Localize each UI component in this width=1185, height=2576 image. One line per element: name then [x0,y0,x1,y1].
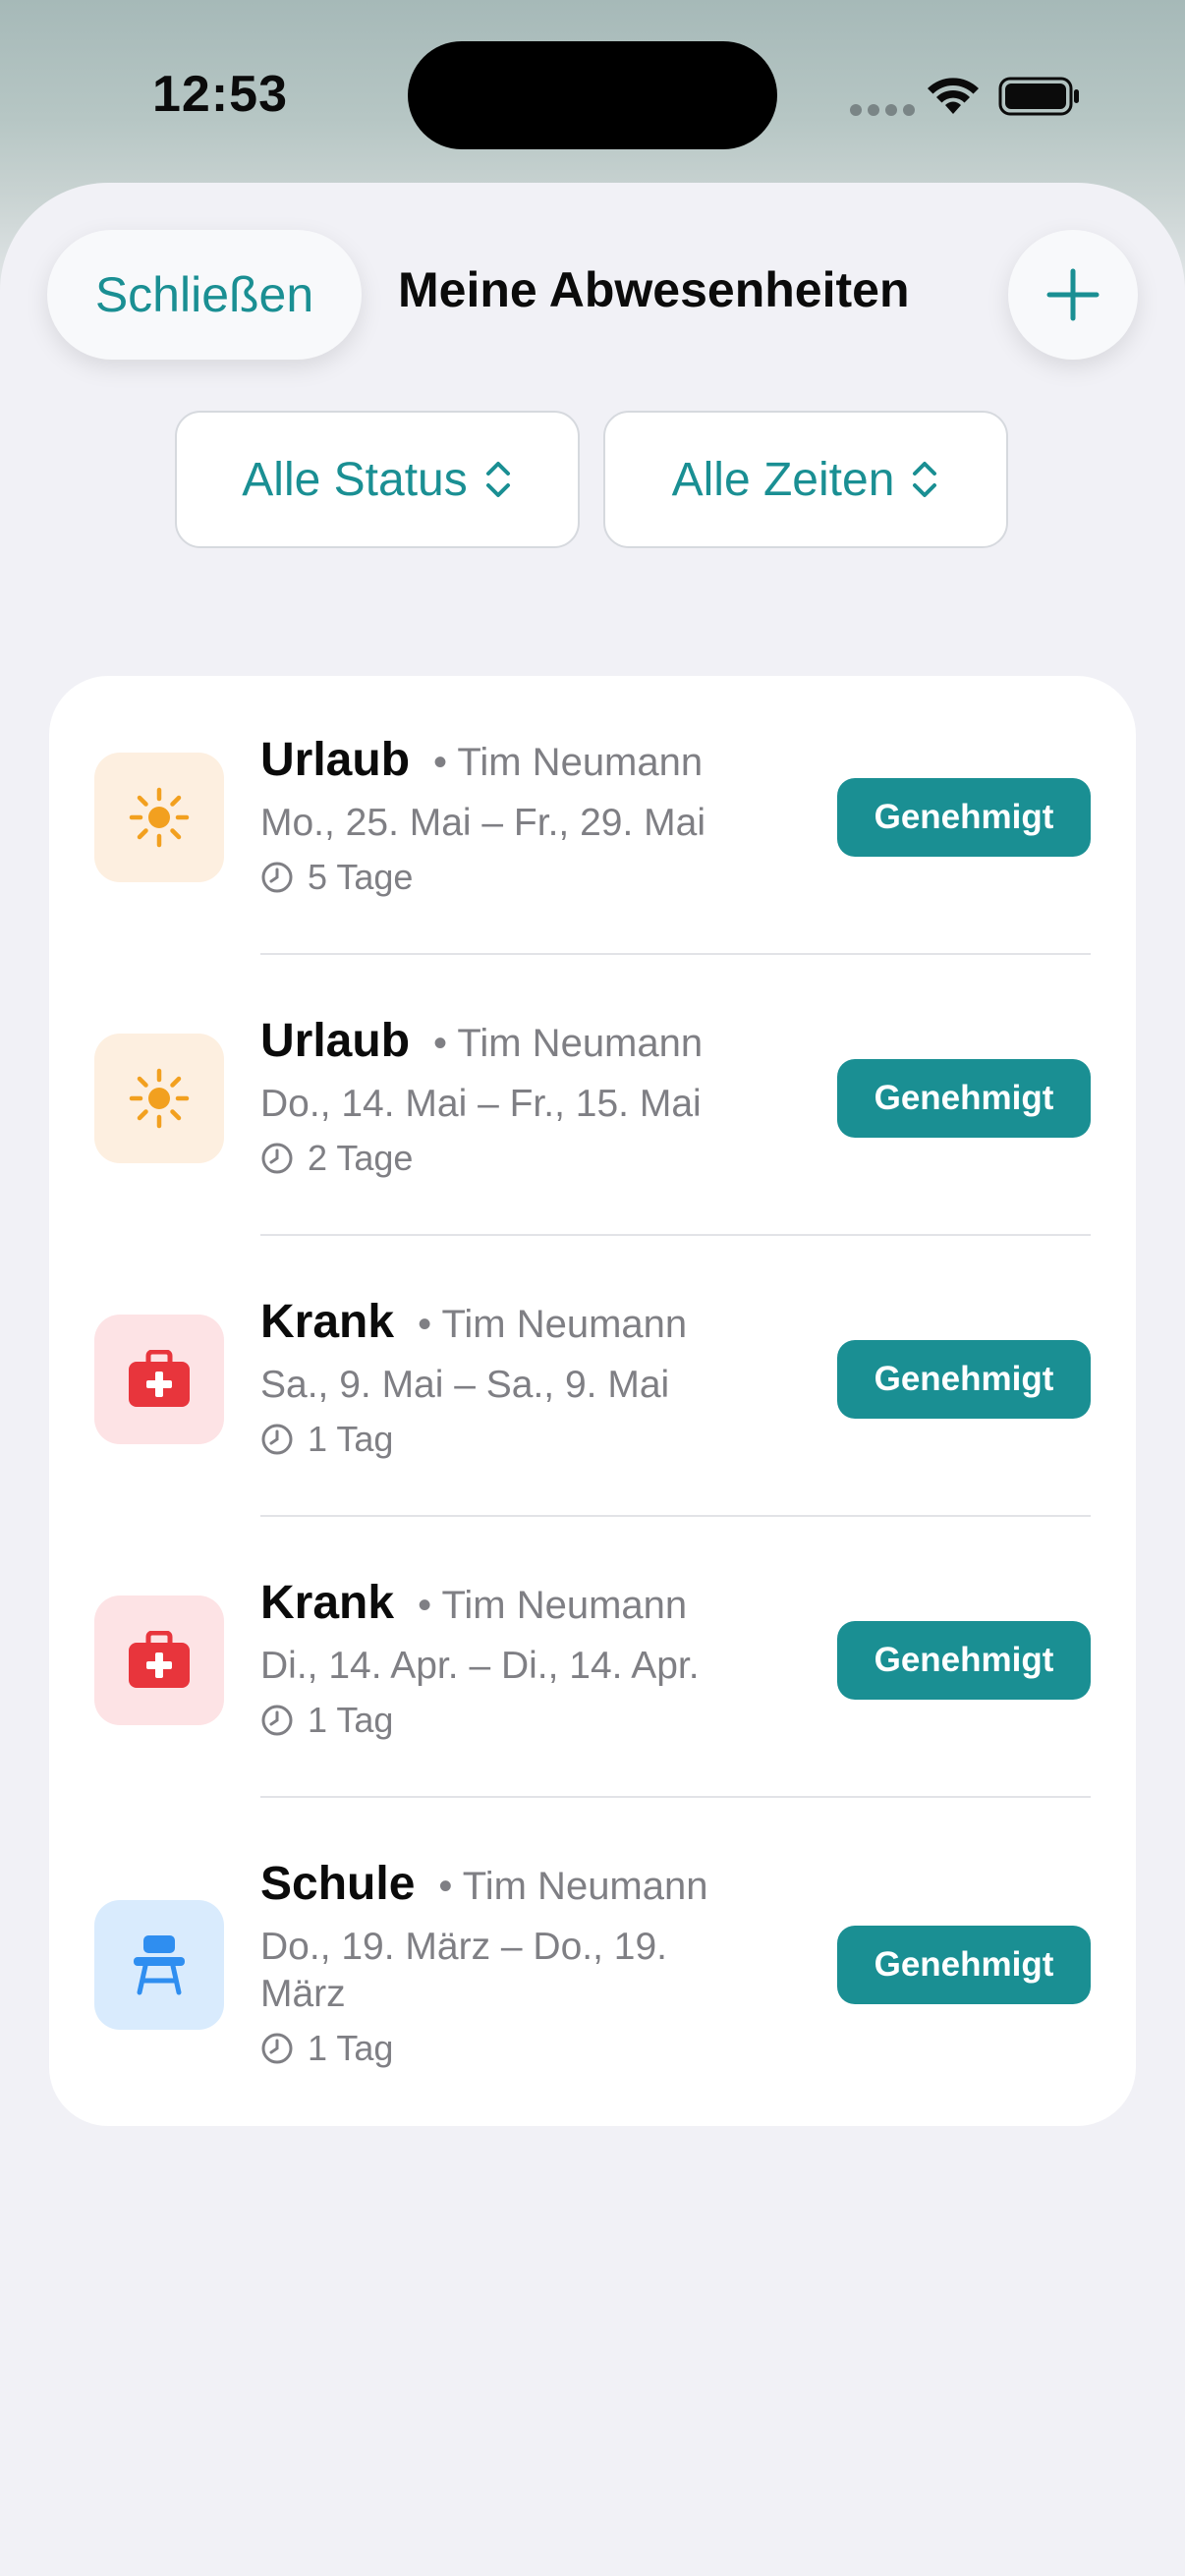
clock-icon [261,1424,293,1455]
absence-type-icon-box [94,1900,224,2030]
status-badge: Genehmigt [837,1926,1091,2004]
absence-dates: Di., 14. Apr. – Di., 14. Apr. [260,1645,700,1687]
row-divider [260,1515,1091,1517]
absence-type: Urlaub [260,734,411,786]
plus-icon [1046,268,1100,321]
status-filter-label: Alle Status [242,453,468,506]
time-filter-label: Alle Zeiten [671,453,895,506]
absence-person: • Tim Neumann [418,1303,688,1346]
absence-person: • Tim Neumann [433,741,704,784]
absence-type: Schule [260,1858,416,1910]
cellular-signal-icon [850,104,915,116]
absence-type-icon-box [94,1596,224,1725]
wifi-icon [928,78,979,114]
absence-dates: Do., 14. Mai – Fr., 15. Mai [260,1083,702,1125]
chevron-up-down-icon [913,462,937,497]
chevron-up-down-icon [485,462,510,497]
close-button[interactable]: Schließen [47,230,362,360]
clock-icon [261,862,293,893]
absence-dates: Mo., 25. Mai – Fr., 29. Mai [260,802,705,844]
absence-type-icon-box [94,753,224,882]
absence-person: • Tim Neumann [438,1865,708,1908]
status-bar: 12:53 [0,0,1185,187]
absence-duration: 1 Tag [308,1700,394,1740]
absence-type-icon-box [94,1034,224,1163]
status-filter[interactable]: Alle Status [175,411,580,548]
battery-icon [998,77,1079,116]
dynamic-island [408,41,777,149]
row-divider [260,1796,1091,1798]
school-desk-icon [134,1935,185,1995]
page-title: Meine Abwesenheiten [398,262,910,317]
absence-type: Urlaub [260,1015,411,1067]
absence-dates: Do., 19. März – Do., 19. März [260,1926,668,2015]
absence-type: Krank [260,1577,395,1629]
absence-type-icon-box [94,1315,224,1444]
medical-bag-icon [129,1350,190,1407]
status-badge: Genehmigt [837,1621,1091,1700]
status-badge: Genehmigt [837,778,1091,857]
absence-person: • Tim Neumann [418,1584,688,1627]
clock-icon [261,1143,293,1174]
filter-bar: Alle Status Alle Zeiten [175,411,1008,548]
status-badge: Genehmigt [837,1340,1091,1419]
clock-icon [261,2033,293,2064]
absence-dates: Sa., 9. Mai – Sa., 9. Mai [260,1364,670,1406]
sun-icon [129,1068,190,1129]
add-absence-button[interactable] [1008,230,1138,360]
time-filter[interactable]: Alle Zeiten [603,411,1008,548]
sun-icon [129,787,190,848]
absence-list: Urlaub • Tim Neumann Mo., 25. Mai – Fr.,… [49,676,1136,2126]
row-divider [260,1234,1091,1236]
status-time: 12:53 [152,66,288,123]
absence-duration: 5 Tage [308,857,414,897]
absence-duration: 2 Tage [308,1138,414,1178]
clock-icon [261,1705,293,1736]
absence-type: Krank [260,1296,395,1348]
absence-person: • Tim Neumann [433,1022,704,1065]
medical-bag-icon [129,1631,190,1688]
absence-duration: 1 Tag [308,1419,394,1459]
status-badge: Genehmigt [837,1059,1091,1138]
row-divider [260,953,1091,955]
absence-duration: 1 Tag [308,2028,394,2068]
